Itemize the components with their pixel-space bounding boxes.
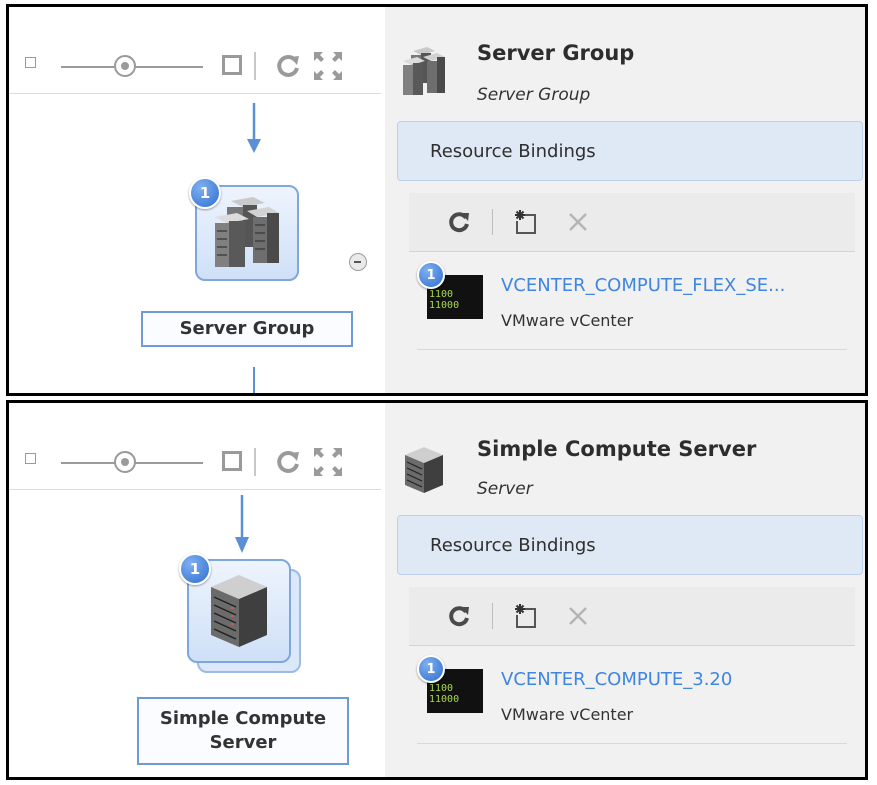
new-binding-icon[interactable] [513, 209, 539, 235]
zoom-toolbar [9, 403, 381, 490]
thumbnail-binary-text: 1100 11000 [429, 289, 460, 311]
details-pane: Simple Compute Server Server Resource Bi… [385, 403, 865, 777]
topology-panel-server-group: 1 Server Group Server Group Server Group… [6, 4, 868, 396]
details-header: Simple Compute Server Server [385, 403, 865, 511]
zoom-slider-handle[interactable] [113, 55, 136, 77]
delete-icon[interactable] [567, 605, 589, 627]
topology-canvas[interactable]: 1 Simple Compute Server [9, 403, 381, 777]
new-binding-icon[interactable] [513, 603, 539, 629]
thumbnail-binary-text: 1100 11000 [429, 683, 460, 705]
toolbar-separator [254, 52, 256, 80]
toolbar-separator [492, 603, 493, 629]
server-group-node[interactable]: 1 [187, 177, 307, 287]
details-title: Server Group [477, 41, 635, 65]
server-group-icon [403, 47, 445, 95]
refresh-icon[interactable] [273, 447, 303, 477]
node-count-badge: 1 [189, 177, 221, 209]
toolbar-separator [254, 448, 256, 476]
zoom-out-icon[interactable] [25, 453, 36, 464]
topology-canvas[interactable]: 1 Server Group [9, 7, 381, 393]
refresh-icon[interactable] [273, 51, 303, 81]
toolbar-separator [492, 209, 493, 235]
zoom-slider-handle[interactable] [113, 451, 136, 473]
delete-icon[interactable] [567, 211, 589, 233]
zoom-in-icon[interactable] [222, 451, 242, 471]
refresh-icon[interactable] [447, 604, 471, 628]
refresh-icon[interactable] [447, 210, 471, 234]
binding-name-link[interactable]: VCENTER_COMPUTE_3.20 [501, 669, 732, 690]
fit-to-screen-icon[interactable] [311, 49, 345, 83]
flow-arrow-icon [247, 103, 261, 153]
node-label[interactable]: Simple Compute Server [137, 697, 349, 765]
flow-arrow-icon [235, 495, 249, 553]
collapse-node-button[interactable] [349, 253, 367, 271]
bindings-toolbar [409, 587, 855, 646]
server-group-icon [215, 197, 279, 267]
binding-type: VMware vCenter [501, 705, 634, 724]
details-header: Server Group Server Group [385, 7, 865, 119]
details-subtitle: Server [477, 479, 533, 499]
zoom-toolbar [9, 7, 381, 94]
node-label[interactable]: Server Group [141, 311, 353, 347]
topology-panel-simple-compute-server: 1 Simple Compute Server Simple Compute S… [6, 400, 868, 780]
resource-binding-item[interactable]: 1100 11000 1 VCENTER_COMPUTE_3.20 VMware… [417, 653, 847, 744]
binding-count-badge: 1 [417, 655, 445, 683]
binding-count-badge: 1 [417, 261, 445, 289]
binding-name-link[interactable]: VCENTER_COMPUTE_FLEX_SE... [501, 275, 785, 296]
details-title: Simple Compute Server [477, 437, 757, 461]
zoom-in-icon[interactable] [222, 55, 242, 75]
binding-type: VMware vCenter [501, 311, 634, 330]
details-pane: Server Group Server Group Resource Bindi… [385, 7, 865, 393]
server-icon [405, 447, 443, 493]
resource-bindings-section[interactable]: Resource Bindings [397, 121, 863, 181]
details-subtitle: Server Group [477, 85, 591, 105]
connector-line [253, 367, 255, 393]
bindings-toolbar [409, 193, 855, 252]
fit-to-screen-icon[interactable] [311, 445, 345, 479]
node-count-badge: 1 [179, 553, 211, 585]
zoom-out-icon[interactable] [25, 57, 36, 68]
simple-compute-server-node[interactable]: 1 [177, 553, 311, 677]
server-icon [211, 575, 267, 647]
resource-bindings-section[interactable]: Resource Bindings [397, 515, 863, 575]
resource-binding-item[interactable]: 1100 11000 1 VCENTER_COMPUTE_FLEX_SE... … [417, 259, 847, 350]
